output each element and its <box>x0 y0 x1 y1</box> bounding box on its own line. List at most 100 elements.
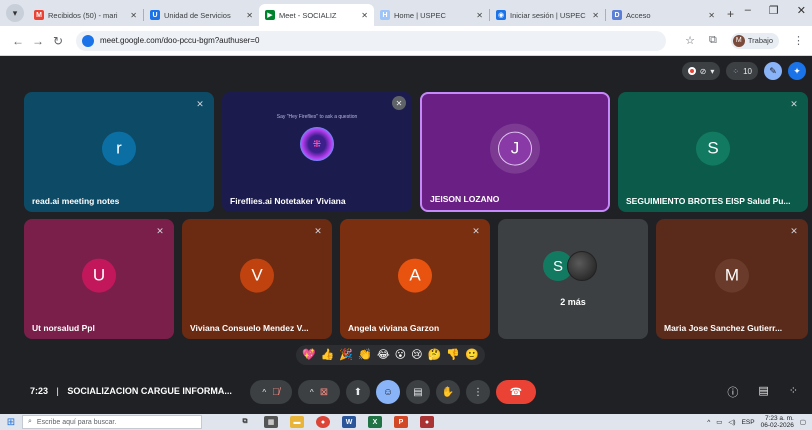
browser-tab[interactable]: H Home | USPEC ✕ <box>374 4 489 26</box>
extensions-icon[interactable]: ⧉ <box>709 34 717 47</box>
captions-icon[interactable]: ▤ <box>406 380 430 404</box>
browser-tab[interactable]: M Recibidos (50) - mari ✕ <box>28 4 143 26</box>
avatar: A <box>398 258 432 293</box>
network-icon[interactable]: ▭ <box>716 418 722 426</box>
tab-title: Recibidos (50) - mari <box>48 10 118 20</box>
tab-search-icon[interactable]: ▾ <box>6 4 24 22</box>
tray-chevron-icon[interactable]: ^ <box>707 419 710 426</box>
access-icon: D <box>612 10 622 20</box>
taskbar-clock[interactable]: 7:23 a. m. 06-02-2026 <box>761 415 794 429</box>
close-tab-icon[interactable]: ✕ <box>130 11 137 20</box>
camera-off-icon: ⊘ <box>699 66 707 76</box>
reaction-emoji[interactable]: 👎 <box>446 347 460 363</box>
participant-tile[interactable]: S2 más <box>498 219 648 339</box>
maximize-icon[interactable]: ❐ <box>769 4 779 17</box>
minimize-icon[interactable]: – <box>745 4 751 17</box>
tab-title: Iniciar sesión | USPEC <box>510 10 586 20</box>
task-view-icon[interactable]: ⧉ <box>238 416 252 428</box>
reload-icon[interactable]: ↻ <box>48 34 68 48</box>
back-icon[interactable]: ← <box>8 34 28 48</box>
chrome-icon[interactable]: ● <box>316 416 330 428</box>
profile-chip[interactable]: M Trabajo <box>730 32 779 49</box>
camera-off-button-icon[interactable]: ⊠ <box>320 387 328 398</box>
participant-name: SEGUIMIENTO BROTES EISP Salud Pu... <box>626 196 791 206</box>
reaction-emoji[interactable]: 💖 <box>302 347 316 363</box>
activities-icon[interactable]: ⁘ <box>789 384 798 400</box>
notifications-icon[interactable]: ▢ <box>800 418 806 426</box>
close-tab-icon[interactable]: ✕ <box>476 11 483 20</box>
participant-tile[interactable]: V Viviana Consuelo Mendez V... ✕ <box>182 219 332 339</box>
clock-time: 7:23 a. m. <box>764 415 794 422</box>
reaction-emoji[interactable]: 👏 <box>358 347 372 363</box>
language-indicator[interactable]: ESP <box>742 419 755 426</box>
mic-muted-icon: ✕ <box>472 225 480 236</box>
participant-tile[interactable]: M Maria Jose Sanchez Gutierr... ✕ <box>656 219 808 339</box>
tab-title: Acceso <box>626 10 651 20</box>
close-tab-icon[interactable]: ✕ <box>361 11 368 20</box>
more-options-icon[interactable]: ⋮ <box>466 380 490 404</box>
emoji-reactions-icon[interactable]: ☺ <box>376 380 400 404</box>
participant-tile[interactable]: r read.ai meeting notes ✕ <box>24 92 214 212</box>
participant-name: Angela viviana Garzon <box>348 323 440 333</box>
participant-name: read.ai meeting notes <box>32 196 120 206</box>
uspec-icon: H <box>380 10 390 20</box>
raise-hand-icon[interactable]: ✋ <box>436 380 460 404</box>
excel-icon[interactable]: X <box>368 416 382 428</box>
mic-off-icon[interactable]: 🎙̸ <box>272 387 280 398</box>
recording-indicator[interactable]: ⊘ ▾ <box>681 62 721 80</box>
effects-icon[interactable]: ✎ <box>764 62 782 80</box>
participant-tile[interactable]: J JEISON LOZANO <box>420 92 610 212</box>
participant-tile[interactable]: A Angela viviana Garzon ✕ <box>340 219 490 339</box>
bookmark-star-icon[interactable]: ☆ <box>685 34 695 47</box>
reaction-emoji[interactable]: 🎉 <box>339 347 353 363</box>
chrome-active-icon[interactable]: ● <box>420 416 434 428</box>
close-tab-icon[interactable]: ✕ <box>708 11 715 20</box>
forward-icon[interactable]: → <box>28 34 48 48</box>
url-text: meet.google.com/doo-pccu-bgm?authuser=0 <box>100 36 260 45</box>
reaction-emoji[interactable]: 🤔 <box>428 347 442 363</box>
present-screen-icon[interactable]: ⬆ <box>346 380 370 404</box>
reaction-emoji[interactable]: 👍 <box>321 347 335 363</box>
chat-icon[interactable]: ▤ <box>758 384 768 400</box>
site-info-icon[interactable] <box>82 34 94 47</box>
reaction-emoji[interactable]: 🙂 <box>465 347 479 363</box>
browser-tab[interactable]: D Acceso ✕ <box>606 4 721 26</box>
reactions-bar: 💖 👍 🎉 👏 😂 😮 😢 🤔 👎 🙂 <box>296 345 485 365</box>
login-icon: ◉ <box>496 10 506 20</box>
browser-tab[interactable]: ▶ Meet - SOCIALIZ ✕ <box>259 4 374 26</box>
camera-options-chevron-icon[interactable]: ^ <box>310 388 314 397</box>
tab-title: Unidad de Servicios <box>164 10 231 20</box>
reaction-emoji[interactable]: 😢 <box>411 347 422 363</box>
file-explorer-icon[interactable]: ▬ <box>290 416 304 428</box>
reaction-emoji[interactable]: 😮 <box>395 347 406 363</box>
volume-icon[interactable]: ◁) <box>728 418 735 426</box>
participant-tile[interactable]: U Ut norsalud Ppl ✕ <box>24 219 174 339</box>
mic-options-chevron-icon[interactable]: ^ <box>262 388 266 397</box>
participant-tile[interactable]: S SEGUIMIENTO BROTES EISP Salud Pu... ✕ <box>618 92 808 212</box>
powerpoint-icon[interactable]: P <box>394 416 408 428</box>
reaction-emoji[interactable]: 😂 <box>377 347 390 363</box>
word-icon[interactable]: W <box>342 416 356 428</box>
participants-pill[interactable]: ⁘ 10 <box>726 62 758 80</box>
meet-icon: ▶ <box>265 10 275 20</box>
browser-tab[interactable]: ◉ Iniciar sesión | USPEC ✕ <box>490 4 605 26</box>
close-tab-icon[interactable]: ✕ <box>246 11 253 20</box>
browser-menu-icon[interactable]: ⋮ <box>793 34 804 47</box>
participant-tile[interactable]: Say "Hey Fireflies" to ask a question ⁜ Fi… <box>222 92 412 212</box>
taskbar-search[interactable]: ⌕ Escribe aquí para buscar. <box>22 415 202 429</box>
meeting-title: SOCIALIZACION CARGUE INFORMA... <box>67 386 232 396</box>
new-tab-icon[interactable]: + <box>727 7 734 21</box>
mic-group: ^ 🎙̸ <box>250 380 292 404</box>
address-bar[interactable]: meet.google.com/doo-pccu-bgm?authuser=0 <box>76 30 666 51</box>
close-window-icon[interactable]: ✕ <box>797 4 806 17</box>
profile-photo-avatar <box>567 251 597 281</box>
meeting-details-icon[interactable]: ⓘ <box>727 384 738 400</box>
gmail-icon: M <box>34 10 44 20</box>
calculator-icon[interactable]: ▦ <box>264 416 278 428</box>
windows-start-icon[interactable]: ⊞ <box>0 417 22 428</box>
participant-name: Viviana Consuelo Mendez V... <box>190 323 309 333</box>
leave-call-icon[interactable]: ☎ <box>496 380 536 404</box>
close-tab-icon[interactable]: ✕ <box>592 11 599 20</box>
gemini-icon[interactable]: ✦ <box>788 62 806 80</box>
browser-tab[interactable]: U Unidad de Servicios ✕ <box>144 4 259 26</box>
